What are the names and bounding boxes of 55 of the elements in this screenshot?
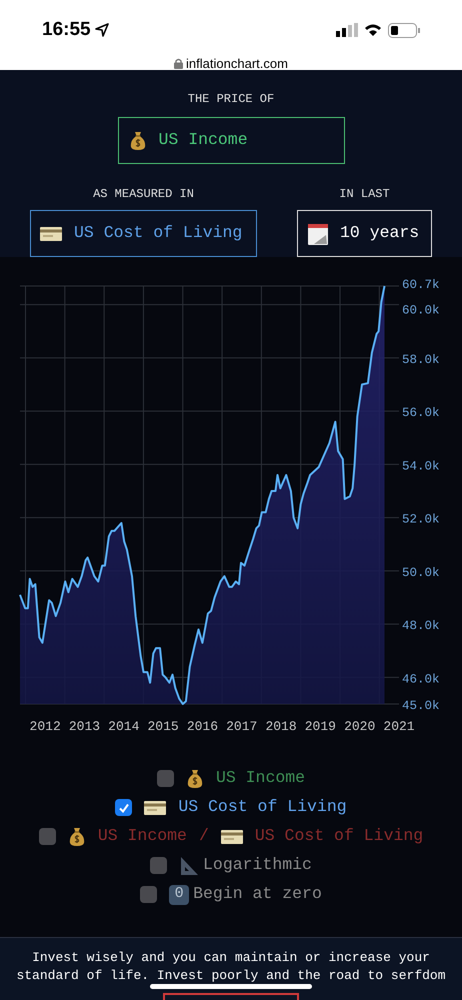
battery-icon — [388, 22, 420, 38]
section-label: IN LAST — [339, 186, 390, 203]
toggle-label: US Cost of Living — [254, 825, 424, 848]
checkbox[interactable] — [115, 799, 132, 816]
lock-icon — [174, 58, 184, 69]
section-label: AS MEASURED IN — [93, 186, 194, 203]
y-axis-label: 60.7k — [402, 278, 440, 292]
x-axis-label: 2016 — [186, 719, 218, 734]
zero-key-icon: 0 — [169, 884, 190, 904]
toggle-label: US Income — [216, 767, 306, 790]
triangle-ruler-icon — [179, 856, 200, 876]
x-axis-label: 2015 — [148, 719, 179, 734]
wifi-icon — [364, 23, 382, 38]
x-axis-label: 2013 — [68, 719, 100, 734]
credit-card-icon — [220, 830, 243, 844]
credit-card-icon — [40, 226, 62, 240]
toggle-label: Logarithmic — [203, 854, 312, 876]
x-axis-label: 2019 — [304, 719, 336, 734]
money-bag-icon — [128, 130, 146, 150]
toggle-label: US Income — [98, 825, 187, 848]
y-axis-label: 48.0k — [402, 619, 440, 634]
x-axis-label: 2014 — [108, 719, 140, 734]
checkbox[interactable] — [156, 770, 174, 787]
x-axis-label: 2012 — [30, 719, 61, 734]
status-time: 16:55 — [42, 18, 91, 42]
checkbox[interactable] — [150, 857, 168, 874]
money-bag-icon — [186, 768, 204, 788]
x-axis-label: 2020 — [344, 719, 376, 734]
y-axis-label: 60.0k — [402, 304, 440, 318]
toggle-label: US Cost of Living — [178, 796, 347, 818]
y-axis-label: 56.0k — [402, 406, 440, 420]
y-axis-label: 52.0k — [402, 512, 440, 527]
measure-selector[interactable]: US Cost of Living — [30, 210, 257, 257]
calendar-icon — [308, 222, 328, 244]
x-axis-label: 2018 — [265, 719, 297, 734]
separator-text: / — [198, 825, 209, 848]
section-label: THE PRICE OF — [188, 91, 274, 108]
toggle-label: Begin at zero — [193, 883, 322, 906]
checkbox[interactable] — [140, 886, 158, 903]
x-axis-label: 2017 — [226, 719, 258, 734]
credit-card-icon — [144, 800, 166, 814]
url-text: inflationchart.com — [186, 54, 288, 72]
asset-selector[interactable]: US Income — [118, 117, 344, 164]
y-axis-label: 45.0k — [402, 699, 440, 713]
location-arrow-icon — [94, 23, 109, 38]
x-axis-label: 2021 — [383, 719, 415, 734]
money-bag-icon — [68, 826, 86, 846]
checkbox[interactable] — [38, 828, 56, 845]
signal-icon — [336, 23, 358, 38]
footer-text: Invest wisely and you can maintain or increase your standard of life. Invest poorly and the road to serfdom — [15, 949, 447, 985]
y-axis-label: 46.0k — [402, 672, 440, 686]
checkmark-icon — [118, 802, 130, 814]
y-axis-label: 58.0k — [402, 352, 440, 367]
y-axis-label: 54.0k — [402, 459, 440, 474]
y-axis-label: 50.0k — [402, 566, 440, 580]
